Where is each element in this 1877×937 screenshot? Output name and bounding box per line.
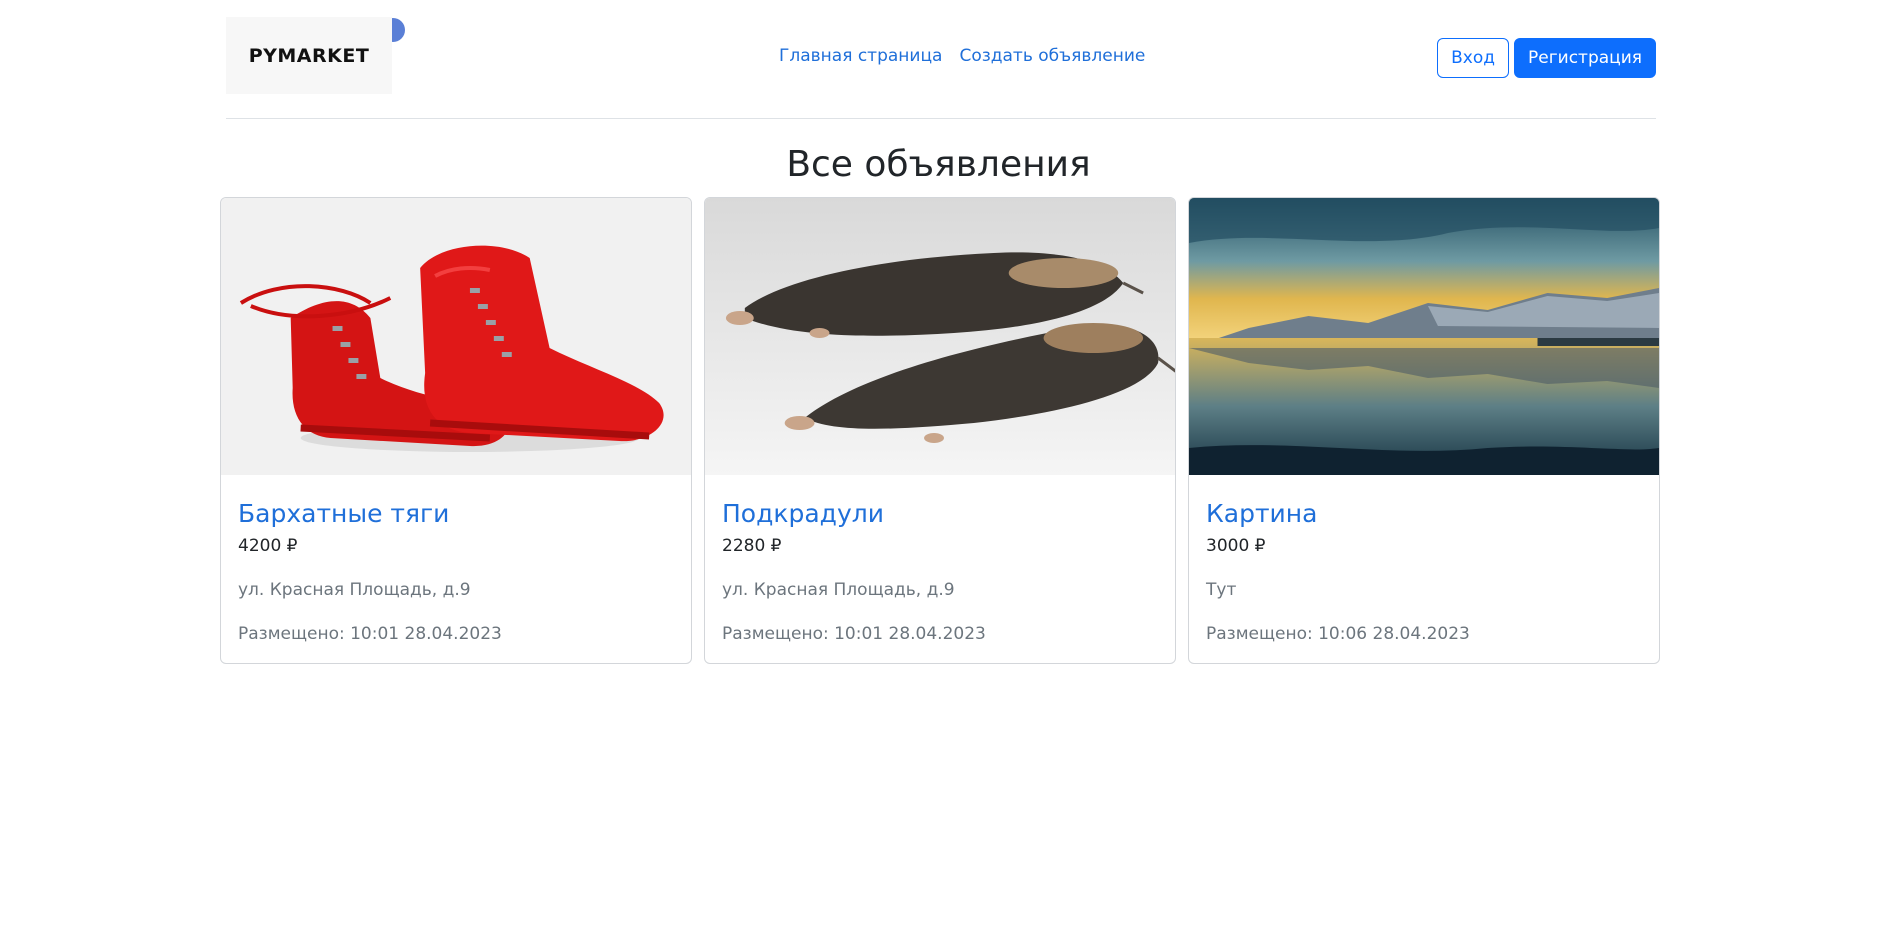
listing-title[interactable]: Картина: [1206, 499, 1642, 529]
auth-buttons: Вход Регистрация: [1437, 38, 1656, 78]
listing-card-body: Подкрадули 2280 ₽ ул. Красная Площадь, д…: [705, 499, 1175, 645]
page-title: Все объявления: [786, 144, 1091, 185]
listing-card-body: Бархатные тяги 4200 ₽ ул. Красная Площад…: [221, 499, 691, 645]
register-button[interactable]: Регистрация: [1514, 38, 1656, 78]
listing-card[interactable]: Картина 3000 ₽ Тут Размещено: 10:06 28.0…: [1188, 197, 1660, 664]
listing-price: 3000 ₽: [1206, 536, 1266, 556]
logo-circle-icon: [381, 18, 405, 42]
listings-grid: Бархатные тяги 4200 ₽ ул. Красная Площад…: [220, 197, 1660, 664]
listing-image-lake-landscape: [1189, 198, 1659, 475]
listing-image-fur-slippers: [705, 198, 1175, 475]
listing-card[interactable]: Подкрадули 2280 ₽ ул. Красная Площадь, д…: [704, 197, 1176, 664]
login-button[interactable]: Вход: [1437, 38, 1509, 78]
listing-price: 4200 ₽: [238, 536, 298, 556]
site-header: PYMARKET Главная страница Создать объявл…: [226, 0, 1656, 119]
listing-address: Тут: [1206, 580, 1237, 600]
listing-date: Размещено: 10:01 28.04.2023: [238, 624, 502, 644]
listing-card-body: Картина 3000 ₽ Тут Размещено: 10:06 28.0…: [1189, 499, 1659, 645]
listing-address: ул. Красная Площадь, д.9: [238, 580, 471, 600]
main-nav: Главная страница Создать объявление: [779, 46, 1145, 66]
listing-card[interactable]: Бархатные тяги 4200 ₽ ул. Красная Площад…: [220, 197, 692, 664]
listing-date: Размещено: 10:06 28.04.2023: [1206, 624, 1470, 644]
nav-link-create-listing[interactable]: Создать объявление: [959, 46, 1145, 66]
listing-title[interactable]: Подкрадули: [722, 499, 1158, 529]
site-logo[interactable]: PYMARKET: [226, 17, 405, 94]
logo-text: PYMARKET: [248, 44, 370, 67]
listing-address: ул. Красная Площадь, д.9: [722, 580, 955, 600]
listing-date: Размещено: 10:01 28.04.2023: [722, 624, 986, 644]
listing-price: 2280 ₽: [722, 536, 782, 556]
nav-link-home[interactable]: Главная страница: [779, 46, 942, 66]
listing-title[interactable]: Бархатные тяги: [238, 499, 674, 529]
listing-image-red-shoes: [221, 198, 691, 475]
